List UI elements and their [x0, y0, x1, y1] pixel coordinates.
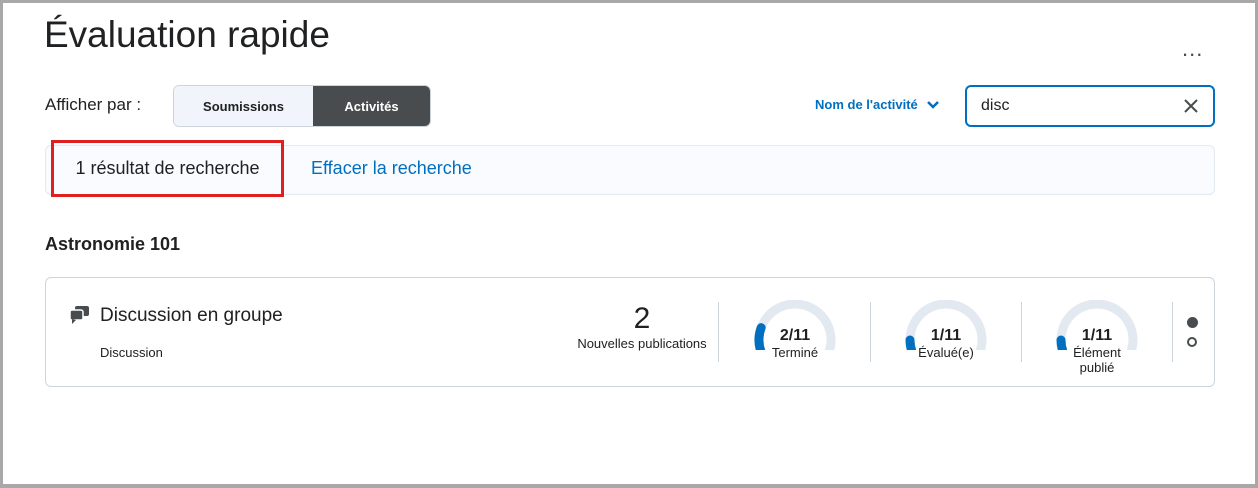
gauge-label: Évalué(e) — [918, 345, 974, 360]
activity-name-link[interactable]: Discussion en groupe — [100, 305, 283, 327]
discussion-icon — [69, 306, 89, 324]
search-result-count: 1 résultat de recherche — [51, 140, 284, 197]
clear-search-link[interactable]: Effacer la recherche — [311, 158, 472, 179]
clear-search-icon[interactable] — [1183, 98, 1199, 114]
search-input[interactable]: disc — [965, 85, 1215, 127]
view-submissions-button[interactable]: Soumissions — [174, 86, 313, 126]
gauge-value: 1/11 — [1081, 327, 1113, 344]
sort-dropdown[interactable]: Nom de l'activité — [815, 97, 940, 112]
pager-dot[interactable] — [1187, 337, 1197, 347]
course-heading: Astronomie 101 — [45, 234, 181, 254]
gauge-value: 2/11 — [779, 327, 811, 344]
gauge-value: 1/11 — [930, 327, 962, 344]
search-value: disc — [981, 97, 1010, 114]
new-posts-count: 2 — [633, 302, 651, 335]
gauge-label: Élément publié — [1073, 345, 1121, 375]
pager-dot-active[interactable] — [1187, 317, 1198, 328]
view-by-label: Afficher par : — [45, 95, 142, 114]
gauge-label: Terminé — [771, 345, 819, 360]
view-toggle: Soumissions Activités — [173, 85, 431, 127]
sort-label: Nom de l'activité — [815, 97, 918, 112]
divider — [870, 302, 871, 362]
view-activities-button[interactable]: Activités — [313, 86, 430, 126]
window-frame — [0, 0, 1258, 488]
activity-type: Discussion — [100, 345, 163, 360]
gauge-evaluated[interactable]: 1/11 Évalué(e) — [896, 300, 996, 360]
new-posts-label: Nouvelles publications — [577, 336, 707, 351]
search-results-bar: 1 résultat de recherche Effacer la reche… — [45, 140, 1215, 197]
more-options-button[interactable]: ... — [1182, 36, 1203, 62]
page-title: Évaluation rapide — [44, 14, 330, 55]
divider — [718, 302, 719, 362]
gauge-published[interactable]: 1/11 Élément publié — [1047, 300, 1147, 375]
gauge-completed[interactable]: 2/11 Terminé — [745, 300, 845, 360]
divider — [1172, 302, 1173, 362]
divider — [1021, 302, 1022, 362]
chevron-down-icon — [926, 100, 939, 109]
new-posts-stat[interactable]: 2 Nouvelles publications — [566, 302, 718, 351]
activity-card: Discussion en groupe Discussion 2 Nouvell… — [45, 277, 1215, 387]
